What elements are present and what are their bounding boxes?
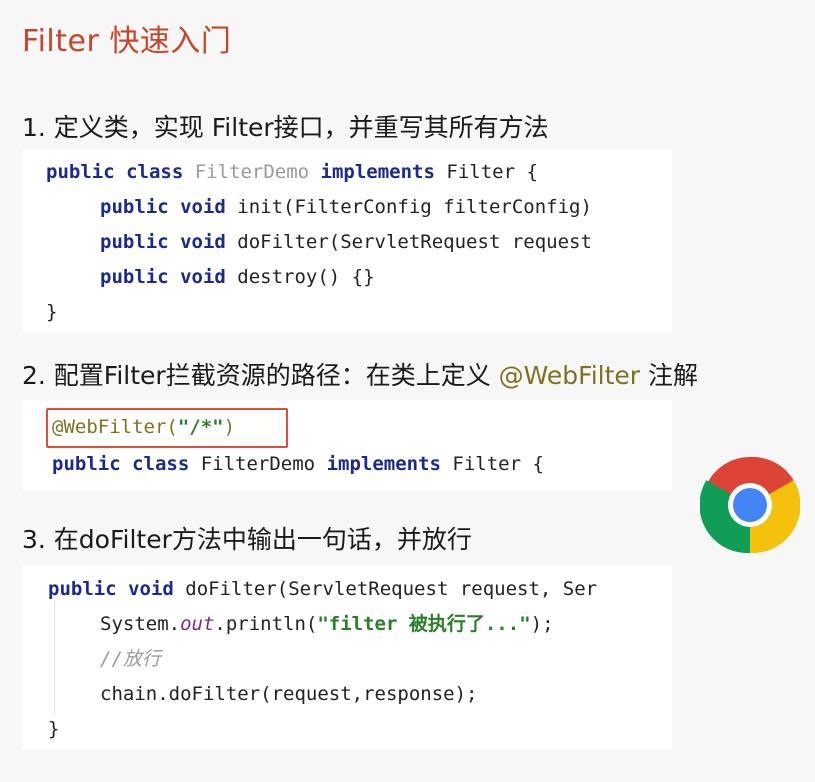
code-block-webfilter: @WebFilter("/*") public class FilterDemo… xyxy=(22,400,672,490)
code-line: public void doFilter(ServletRequest requ… xyxy=(100,231,592,253)
code-line: public class FilterDemo implements Filte… xyxy=(46,161,538,183)
step-3-heading: 3. 在doFilter方法中输出一句话，并放行 xyxy=(22,525,472,554)
code-line: public void destroy() {} xyxy=(100,266,375,288)
chrome-logo-icon xyxy=(700,456,800,554)
page-title: Filter 快速入门 xyxy=(22,24,232,59)
step-2-heading: 2. 配置Filter拦截资源的路径：在类上定义 @WebFilter 注解 xyxy=(22,361,699,390)
step-1-heading: 1. 定义类，实现 Filter接口，并重写其所有方法 xyxy=(22,113,549,142)
code-line: public class FilterDemo implements Filte… xyxy=(52,453,544,475)
indent-guide xyxy=(54,600,55,715)
code-comment: //放行 xyxy=(100,648,161,670)
code-line: @WebFilter("/*") xyxy=(52,416,236,438)
code-line: } xyxy=(48,718,60,740)
code-block-filter-class: public class FilterDemo implements Filte… xyxy=(22,150,672,332)
code-block-dofilter: public void doFilter(ServletRequest requ… xyxy=(22,565,672,750)
code-line: chain.doFilter(request,response); xyxy=(100,683,478,705)
code-line: } xyxy=(46,301,58,323)
code-line: public void doFilter(ServletRequest requ… xyxy=(48,578,598,600)
code-line: System.out.println("filter 被执行了..."); xyxy=(100,613,554,635)
code-line: public void init(FilterConfig filterConf… xyxy=(100,196,592,218)
